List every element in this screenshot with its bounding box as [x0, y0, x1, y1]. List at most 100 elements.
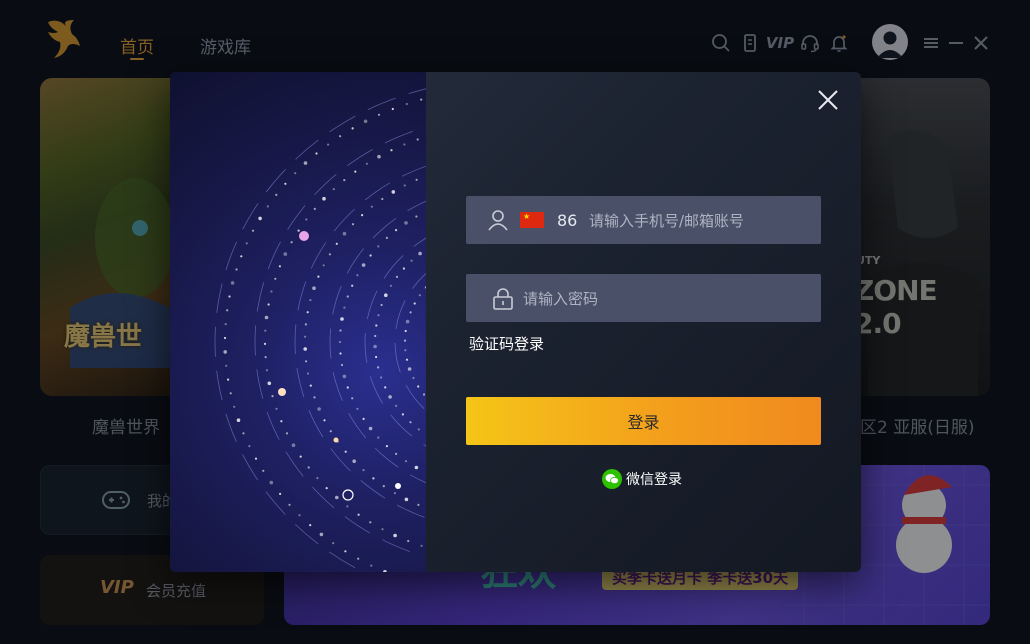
star-dot	[294, 172, 297, 175]
star-dot	[343, 179, 346, 182]
star-dot	[381, 197, 384, 201]
star-dot	[304, 323, 307, 326]
ring-star	[342, 489, 354, 501]
star-dot	[228, 295, 231, 298]
star-dot	[319, 532, 324, 537]
star-dot	[417, 428, 420, 431]
star-dot	[309, 384, 312, 387]
star-dot	[251, 229, 255, 232]
star-dot	[407, 539, 410, 543]
star-dot	[275, 193, 278, 196]
lock-icon	[493, 288, 513, 310]
star-dot	[375, 324, 378, 327]
star-dot	[374, 334, 377, 338]
star-dot	[405, 358, 409, 361]
star-dot	[317, 275, 320, 278]
star-dot	[384, 293, 388, 297]
star-dot	[335, 495, 339, 500]
glow-star	[299, 231, 309, 241]
star-dot	[265, 369, 269, 372]
star-dot	[240, 255, 243, 258]
star-dot	[325, 487, 328, 490]
star-dot	[384, 386, 387, 389]
star-dot	[422, 393, 426, 396]
orbit-arc	[329, 200, 426, 484]
star-dot	[405, 102, 408, 106]
star-dot	[307, 466, 310, 469]
star-dot	[409, 421, 412, 424]
star-dot	[306, 372, 310, 375]
china-flag-icon[interactable]: ★	[520, 212, 544, 228]
star-dot	[405, 319, 410, 324]
star-dot	[339, 135, 342, 138]
star-dot	[377, 154, 381, 159]
star-dot	[303, 347, 307, 351]
star-dot	[402, 267, 405, 270]
star-dot	[354, 170, 357, 173]
star-dot	[339, 329, 342, 332]
star-dot	[335, 242, 338, 245]
star-dot	[382, 485, 385, 488]
star-dot	[404, 221, 408, 225]
dialog-close-icon[interactable]	[816, 88, 840, 112]
star-dot	[365, 162, 368, 165]
starfield-artwork	[170, 72, 426, 572]
login-button[interactable]: 登录	[466, 397, 821, 445]
star-dot	[370, 564, 373, 567]
star-dot	[356, 274, 359, 277]
star-dot	[285, 432, 289, 435]
password-input[interactable]	[521, 274, 815, 324]
star-dot	[404, 460, 408, 463]
login-dialog: ★ 86 验证码登录 登录 微信登录	[170, 72, 861, 572]
star-dot	[233, 405, 236, 408]
star-dot	[416, 138, 419, 141]
star-dot	[332, 188, 335, 191]
star-dot	[309, 524, 312, 527]
star-dot	[420, 98, 423, 101]
star-dot	[315, 152, 318, 155]
star-dot	[377, 436, 380, 439]
star-dot	[377, 366, 380, 369]
star-dot	[351, 127, 354, 130]
star-dot	[380, 376, 383, 379]
star-dot	[280, 420, 283, 423]
star-dot	[404, 329, 407, 333]
star-dot	[230, 281, 235, 285]
star-dot	[274, 277, 277, 280]
star-dot	[223, 350, 227, 354]
country-code[interactable]: 86	[557, 211, 577, 230]
star-dot	[351, 397, 354, 400]
star-dot	[380, 303, 383, 307]
star-dot	[370, 205, 373, 208]
star-dot	[267, 381, 272, 386]
star-dot	[356, 407, 359, 410]
star-dot	[362, 469, 365, 472]
star-dot	[361, 263, 366, 267]
wechat-login-button[interactable]: 微信登录	[602, 469, 682, 489]
star-dot	[414, 465, 419, 470]
sms-code-login-link[interactable]: 验证码登录	[469, 333, 544, 354]
star-dot	[327, 143, 330, 146]
star-dot	[339, 352, 342, 355]
phone-input[interactable]	[587, 196, 816, 246]
star-dot	[372, 477, 375, 480]
star-dot	[297, 229, 300, 232]
wechat-icon	[602, 469, 622, 489]
star-dot	[357, 557, 360, 560]
star-dot	[381, 528, 384, 531]
star-dot	[313, 207, 316, 210]
star-dot	[264, 315, 269, 320]
star-dot	[391, 107, 394, 111]
star-dot	[264, 356, 267, 359]
star-dot	[363, 119, 368, 124]
star-dot	[288, 503, 291, 506]
glow-star	[278, 388, 286, 396]
star-dot	[342, 231, 347, 236]
star-dot	[254, 457, 258, 460]
star-dot	[401, 413, 404, 416]
star-dot	[415, 178, 418, 181]
star-dot	[346, 386, 349, 389]
star-dot	[303, 161, 308, 165]
star-dot	[263, 342, 267, 345]
star-dot	[362, 417, 365, 420]
